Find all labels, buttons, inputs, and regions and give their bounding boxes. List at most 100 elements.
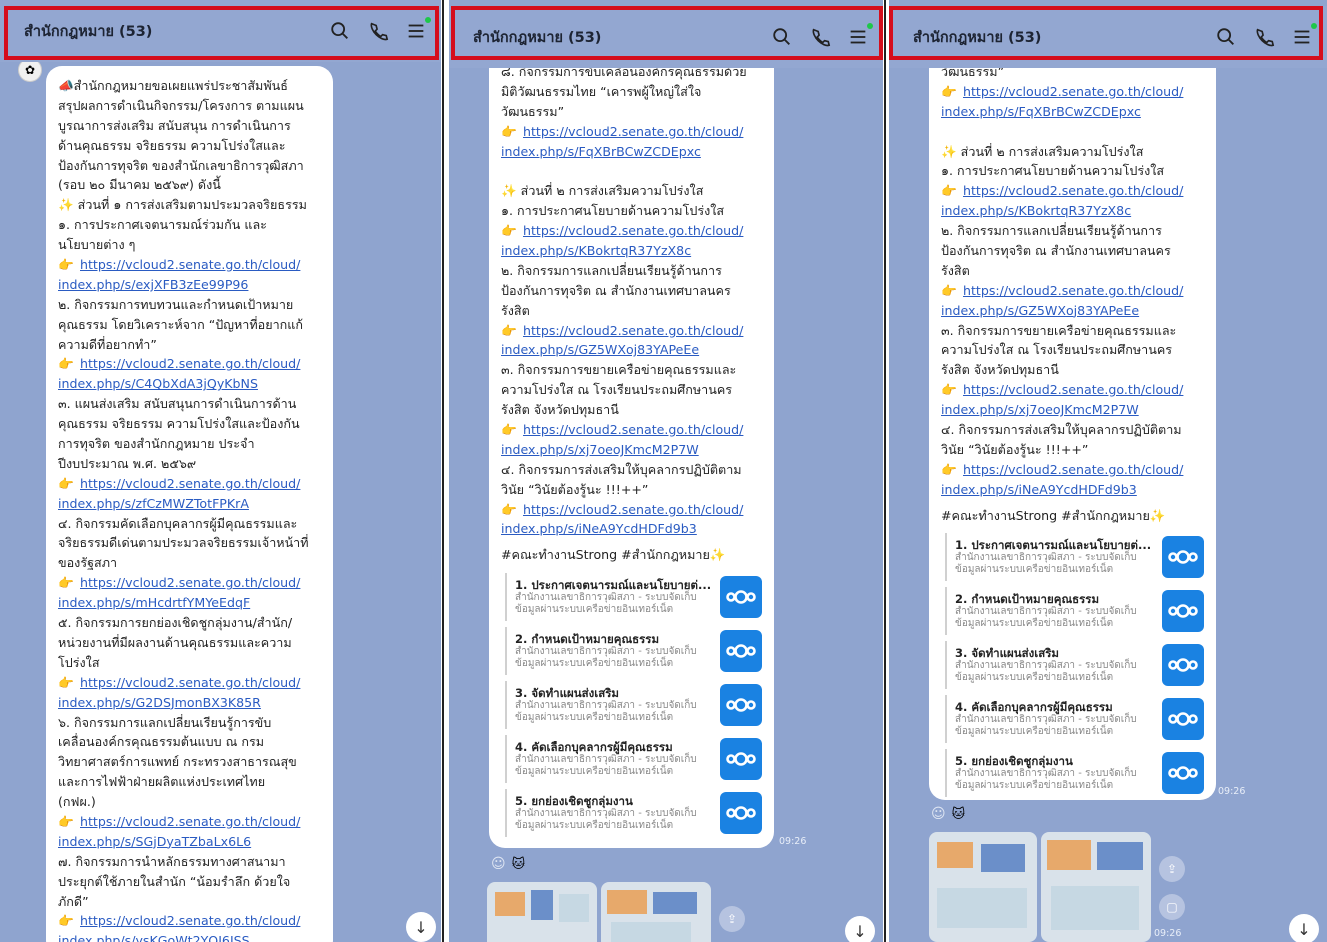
hyperlink[interactable]: index.php/s/KBokrtqR37YzX8c <box>941 201 1204 221</box>
phone-icon[interactable] <box>367 20 389 42</box>
link-preview-card[interactable]: 5. ยกย่องเชิดชูกลุ่มงาน สำนักงานเลขาธิการ… <box>505 789 762 838</box>
hyperlink[interactable]: index.php/s/iNeA9YcdHDFd9b3 <box>941 480 1204 500</box>
hyperlink[interactable]: 👉 https://vcloud2.senate.go.th/cloud/ <box>501 321 762 341</box>
hyperlink[interactable]: index.php/s/FqXBrBCwZCDEpxc <box>501 142 762 162</box>
scroll-down-button[interactable]: ↓ <box>1289 914 1319 942</box>
link-preview-card[interactable]: 3. จัดทำแผนส่งเสริม สำนักงานเลขาธิการวุฒิ… <box>945 641 1204 690</box>
hyperlink[interactable]: index.php/s/xj7oeoJKmcM2P7W <box>501 440 762 460</box>
hyperlink[interactable]: 👉 https://vcloud2.senate.go.th/cloud/ <box>58 911 321 931</box>
link-preview-card[interactable]: 1. ประกาศเจตนารมณ์และนโยบายต่... สำนักงาน… <box>505 573 762 622</box>
hyperlink[interactable]: 👉 https://vcloud2.senate.go.th/cloud/ <box>58 474 321 494</box>
hashtag-text[interactable]: #คณะทำงานStrong #สำนักกฎหมาย <box>941 508 1150 523</box>
menu-icon[interactable] <box>1291 23 1317 48</box>
reactions[interactable]: ☺ 🐱 <box>931 806 965 822</box>
link-text[interactable]: https://vcloud2.senate.go.th/cloud/ <box>80 675 300 690</box>
link-preview-card[interactable]: 4. คัดเลือกบุคลากรผู้มีคุณธรรม สำนักงานเล… <box>945 695 1204 744</box>
expand-icon[interactable]: ▢ <box>1159 894 1185 920</box>
link-text[interactable]: https://vcloud2.senate.go.th/cloud/ <box>80 356 300 371</box>
message-text-line: ๗. กิจกรรมการนำหลักธรรมทางศาสนามา <box>58 853 286 869</box>
preview-title: 4. คัดเลือกบุคลากรผู้มีคุณธรรม <box>955 700 1113 715</box>
phone-icon[interactable] <box>809 26 831 48</box>
hyperlink[interactable]: index.php/s/mHcdrtfYMYeEdqF <box>58 593 321 613</box>
hyperlink[interactable]: index.php/s/SGjDyaTZbaLx6L6 <box>58 832 321 852</box>
hyperlink[interactable]: index.php/s/C4QbXdA3jQyKbNS <box>58 374 321 394</box>
hyperlink[interactable]: index.php/s/exjXFB3zEe99P96 <box>58 275 321 295</box>
nextcloud-logo-icon <box>720 630 762 673</box>
chat-header: สำนักกฎหมาย (53) <box>449 6 883 68</box>
link-text[interactable]: https://vcloud2.senate.go.th/cloud/ <box>963 462 1183 477</box>
hyperlink[interactable]: 👉 https://vcloud2.senate.go.th/cloud/ <box>501 420 762 440</box>
share-icon[interactable]: ⇪ <box>1159 856 1185 882</box>
link-preview-card[interactable]: 1. ประกาศเจตนารมณ์และนโยบายต่... สำนักงาน… <box>945 533 1204 582</box>
hyperlink[interactable]: 👉 https://vcloud2.senate.go.th/cloud/ <box>58 354 321 374</box>
link-text[interactable]: https://vcloud2.senate.go.th/cloud/ <box>963 183 1183 198</box>
message-text-line: ๔. กิจกรรมคัดเลือกบุคลากรผู้มีคุณธรรมและ <box>58 515 298 531</box>
hashtag-line[interactable]: #คณะทำงานStrong #สำนักกฎหมาย✨ <box>941 506 1204 526</box>
hyperlink[interactable]: 👉 https://vcloud2.senate.go.th/cloud/ <box>941 82 1204 102</box>
link-text[interactable]: https://vcloud2.senate.go.th/cloud/ <box>963 382 1183 397</box>
hyperlink[interactable]: index.php/s/GZ5WXoj83YAPeEe <box>501 340 762 360</box>
hyperlink[interactable]: 👉 https://vcloud2.senate.go.th/cloud/ <box>58 812 321 832</box>
link-text[interactable]: https://vcloud2.senate.go.th/cloud/ <box>80 575 300 590</box>
link-preview-card[interactable]: 2. กำหนดเป้าหมายคุณธรรม สำนักงานเลขาธิการ… <box>505 627 762 676</box>
phone-icon[interactable] <box>1253 26 1275 48</box>
hyperlink[interactable]: index.php/s/G2DSJmonBX3K85R <box>58 693 321 713</box>
hyperlink[interactable]: 👉 https://vcloud2.senate.go.th/cloud/ <box>58 673 321 693</box>
hyperlink[interactable]: index.php/s/KBokrtqR37YzX8c <box>501 241 762 261</box>
hyperlink[interactable]: index.php/s/iNeA9YcdHDFd9b3 <box>501 519 762 539</box>
menu-icon[interactable] <box>405 17 431 42</box>
search-icon[interactable] <box>1215 26 1237 48</box>
link-text[interactable]: https://vcloud2.senate.go.th/cloud/ <box>523 323 743 338</box>
message-text-line: หน่วยงานที่มีผลงานด้านคุณธรรมและความ <box>58 634 292 650</box>
hashtag-line[interactable]: #คณะทำงานStrong #สำนักกฎหมาย✨ <box>501 545 762 565</box>
link-preview-card[interactable]: 3. จัดทำแผนส่งเสริม สำนักงานเลขาธิการวุฒิ… <box>505 681 762 730</box>
link-text[interactable]: https://vcloud2.senate.go.th/cloud/ <box>80 476 300 491</box>
hyperlink[interactable]: 👉 https://vcloud2.senate.go.th/cloud/ <box>58 573 321 593</box>
hyperlink[interactable]: 👉 https://vcloud2.senate.go.th/cloud/ <box>941 281 1204 301</box>
link-text[interactable]: https://vcloud2.senate.go.th/cloud/ <box>523 502 743 517</box>
scroll-down-button[interactable]: ↓ <box>406 912 436 942</box>
link-text[interactable]: https://vcloud2.senate.go.th/cloud/ <box>963 84 1183 99</box>
search-icon[interactable] <box>771 26 793 48</box>
notification-dot <box>425 17 431 23</box>
link-text[interactable]: https://vcloud2.senate.go.th/cloud/ <box>523 124 743 139</box>
message-text-line: โปร่งใส <box>58 654 100 670</box>
pointing-hand-icon: 👉 <box>58 257 74 273</box>
hyperlink[interactable]: 👉 https://vcloud2.senate.go.th/cloud/ <box>941 460 1204 480</box>
image-thumbnail[interactable] <box>601 882 711 942</box>
link-text[interactable]: https://vcloud2.senate.go.th/cloud/ <box>80 913 300 928</box>
link-preview-card[interactable]: 2. กำหนดเป้าหมายคุณธรรม สำนักงานเลขาธิการ… <box>945 587 1204 636</box>
link-preview-card[interactable]: 5. ยกย่องเชิดชูกลุ่มงาน สำนักงานเลขาธิการ… <box>945 749 1204 798</box>
share-icon[interactable]: ⇪ <box>719 906 745 932</box>
link-text[interactable]: https://vcloud2.senate.go.th/cloud/ <box>963 283 1183 298</box>
link-text[interactable]: https://vcloud2.senate.go.th/cloud/ <box>80 814 300 829</box>
image-thumbnail[interactable] <box>487 882 597 942</box>
hyperlink[interactable]: 👉 https://vcloud2.senate.go.th/cloud/ <box>941 380 1204 400</box>
add-reaction-icon[interactable]: ☺ <box>491 856 506 872</box>
hyperlink[interactable]: 👉 https://vcloud2.senate.go.th/cloud/ <box>501 500 762 520</box>
hyperlink[interactable]: 👉 https://vcloud2.senate.go.th/cloud/ <box>501 122 762 142</box>
search-icon[interactable] <box>329 20 351 42</box>
hyperlink[interactable]: 👉 https://vcloud2.senate.go.th/cloud/ <box>58 255 321 275</box>
hyperlink[interactable]: index.php/s/zfCzMWZTotFPKrA <box>58 494 321 514</box>
hyperlink[interactable]: 👉 https://vcloud2.senate.go.th/cloud/ <box>501 221 762 241</box>
image-thumbnail[interactable] <box>1041 832 1151 942</box>
add-reaction-icon[interactable]: ☺ <box>931 806 946 822</box>
link-text[interactable]: https://vcloud2.senate.go.th/cloud/ <box>523 422 743 437</box>
link-preview-card[interactable]: 4. คัดเลือกบุคลากรผู้มีคุณธรรม สำนักงานเล… <box>505 735 762 784</box>
hyperlink[interactable]: 👉 https://vcloud2.senate.go.th/cloud/ <box>941 181 1204 201</box>
reactions[interactable]: ☺ 🐱 <box>491 856 525 872</box>
link-text[interactable]: https://vcloud2.senate.go.th/cloud/ <box>523 223 743 238</box>
hyperlink[interactable]: index.php/s/GZ5WXoj83YAPeEe <box>941 301 1204 321</box>
image-thumbnail[interactable] <box>929 832 1037 942</box>
hyperlink[interactable]: index.php/s/xj7oeoJKmcM2P7W <box>941 400 1204 420</box>
arrow-down-icon: ↓ <box>1297 919 1311 939</box>
menu-icon[interactable] <box>847 23 873 48</box>
hyperlink[interactable]: index.php/s/FqXBrBCwZCDEpxc <box>941 102 1204 122</box>
preview-subtitle: ข้อมูลผ่านระบบเครือข่ายอินเทอร์เน็ต <box>955 564 1114 576</box>
link-text[interactable]: https://vcloud2.senate.go.th/cloud/ <box>80 257 300 272</box>
scroll-down-button[interactable]: ↓ <box>845 916 875 942</box>
pointing-hand-icon: 👉 <box>501 223 517 239</box>
hashtag-text[interactable]: #คณะทำงานStrong #สำนักกฎหมาย <box>501 547 710 562</box>
hyperlink[interactable]: index.php/s/ysKGoWt2YQJ6JSS <box>58 931 321 942</box>
